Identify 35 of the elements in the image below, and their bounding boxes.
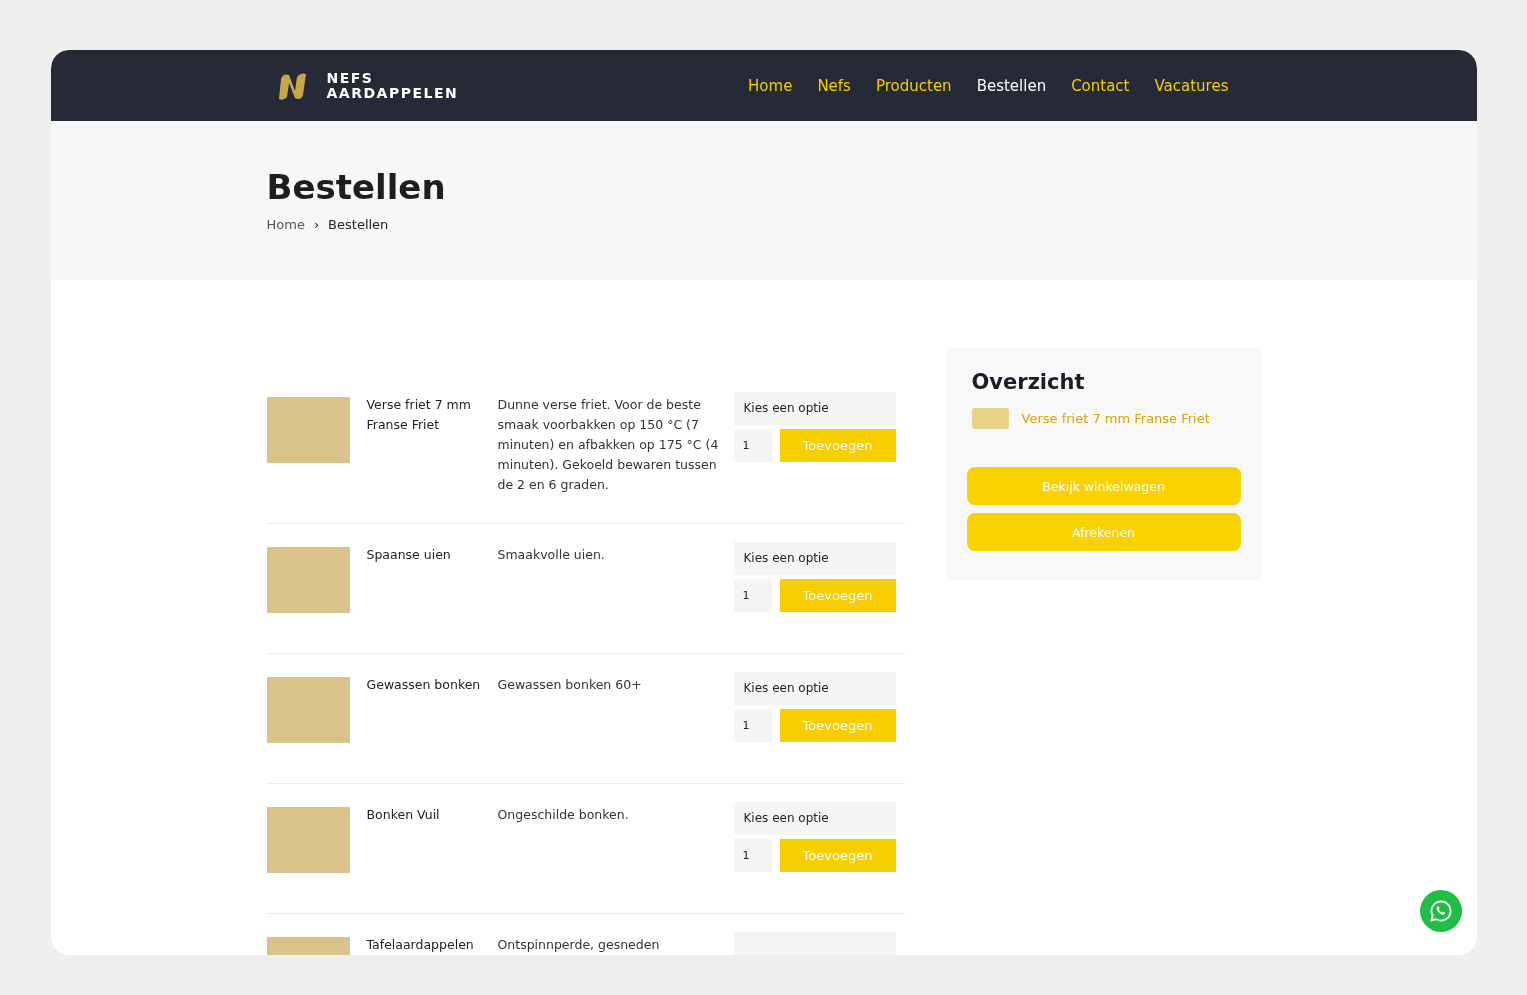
product-description: Ongeschilde bonken. <box>497 806 630 824</box>
product-name: Tafelaardappelen <box>366 936 475 954</box>
option-select[interactable]: Kies een optie <box>733 542 896 575</box>
nav-link[interactable]: Vacatures <box>1154 76 1229 95</box>
nav-link[interactable]: Bestellen <box>976 76 1047 95</box>
quantity-field[interactable]: 1 <box>733 429 772 462</box>
product-description: Dunne verse friet. Voor de beste smaak voorbakken op 150 °C (7 minuten) en afbakken op 175 °C (4 minuten). Gekoeld bewaren tussen de 2 en 6 graden. <box>497 396 720 494</box>
page-title: Bestellen <box>266 167 447 207</box>
brand-name[interactable]: AARDAPPELEN <box>326 85 459 101</box>
breadcrumb-link[interactable]: Bestellen <box>328 217 389 232</box>
product-description: Smaakvolle uien. <box>497 546 606 564</box>
overview-title: Overzicht <box>971 370 1086 394</box>
logo-icon <box>276 70 307 101</box>
chat-button[interactable] <box>1419 890 1462 932</box>
product-name: Spaanse uien <box>366 546 452 564</box>
breadcrumb-separator: › <box>313 217 320 232</box>
brand-name[interactable]: NEFS <box>326 70 459 86</box>
nav-link[interactable]: Producten <box>875 76 952 95</box>
product-name: Bonken Vuil <box>366 806 441 824</box>
product-name: Verse friet 7 mm Franse Friet <box>366 396 472 434</box>
option-select[interactable]: Kies een optie <box>733 672 896 705</box>
quantity-field[interactable]: 1 <box>733 709 772 742</box>
breadcrumb-link[interactable]: Home <box>266 217 305 232</box>
nav-link[interactable]: Nefs <box>817 76 851 95</box>
nav-link[interactable]: Home <box>748 76 793 95</box>
product-description: Ontspinnperde, gesneden <box>497 936 661 954</box>
option-select[interactable]: Kies een optie <box>733 392 896 425</box>
photo-placeholder <box>971 408 1009 429</box>
product-description: Gewassen bonken 60+ <box>497 676 643 694</box>
quantity-field[interactable]: 1 <box>733 839 772 872</box>
product-name: Gewassen bonken <box>366 676 482 694</box>
option-select[interactable]: Kies een optie <box>733 802 896 835</box>
chat-icon <box>1428 899 1453 923</box>
nav-link[interactable]: Contact <box>1071 76 1130 95</box>
quantity-field[interactable]: 1 <box>733 579 772 612</box>
